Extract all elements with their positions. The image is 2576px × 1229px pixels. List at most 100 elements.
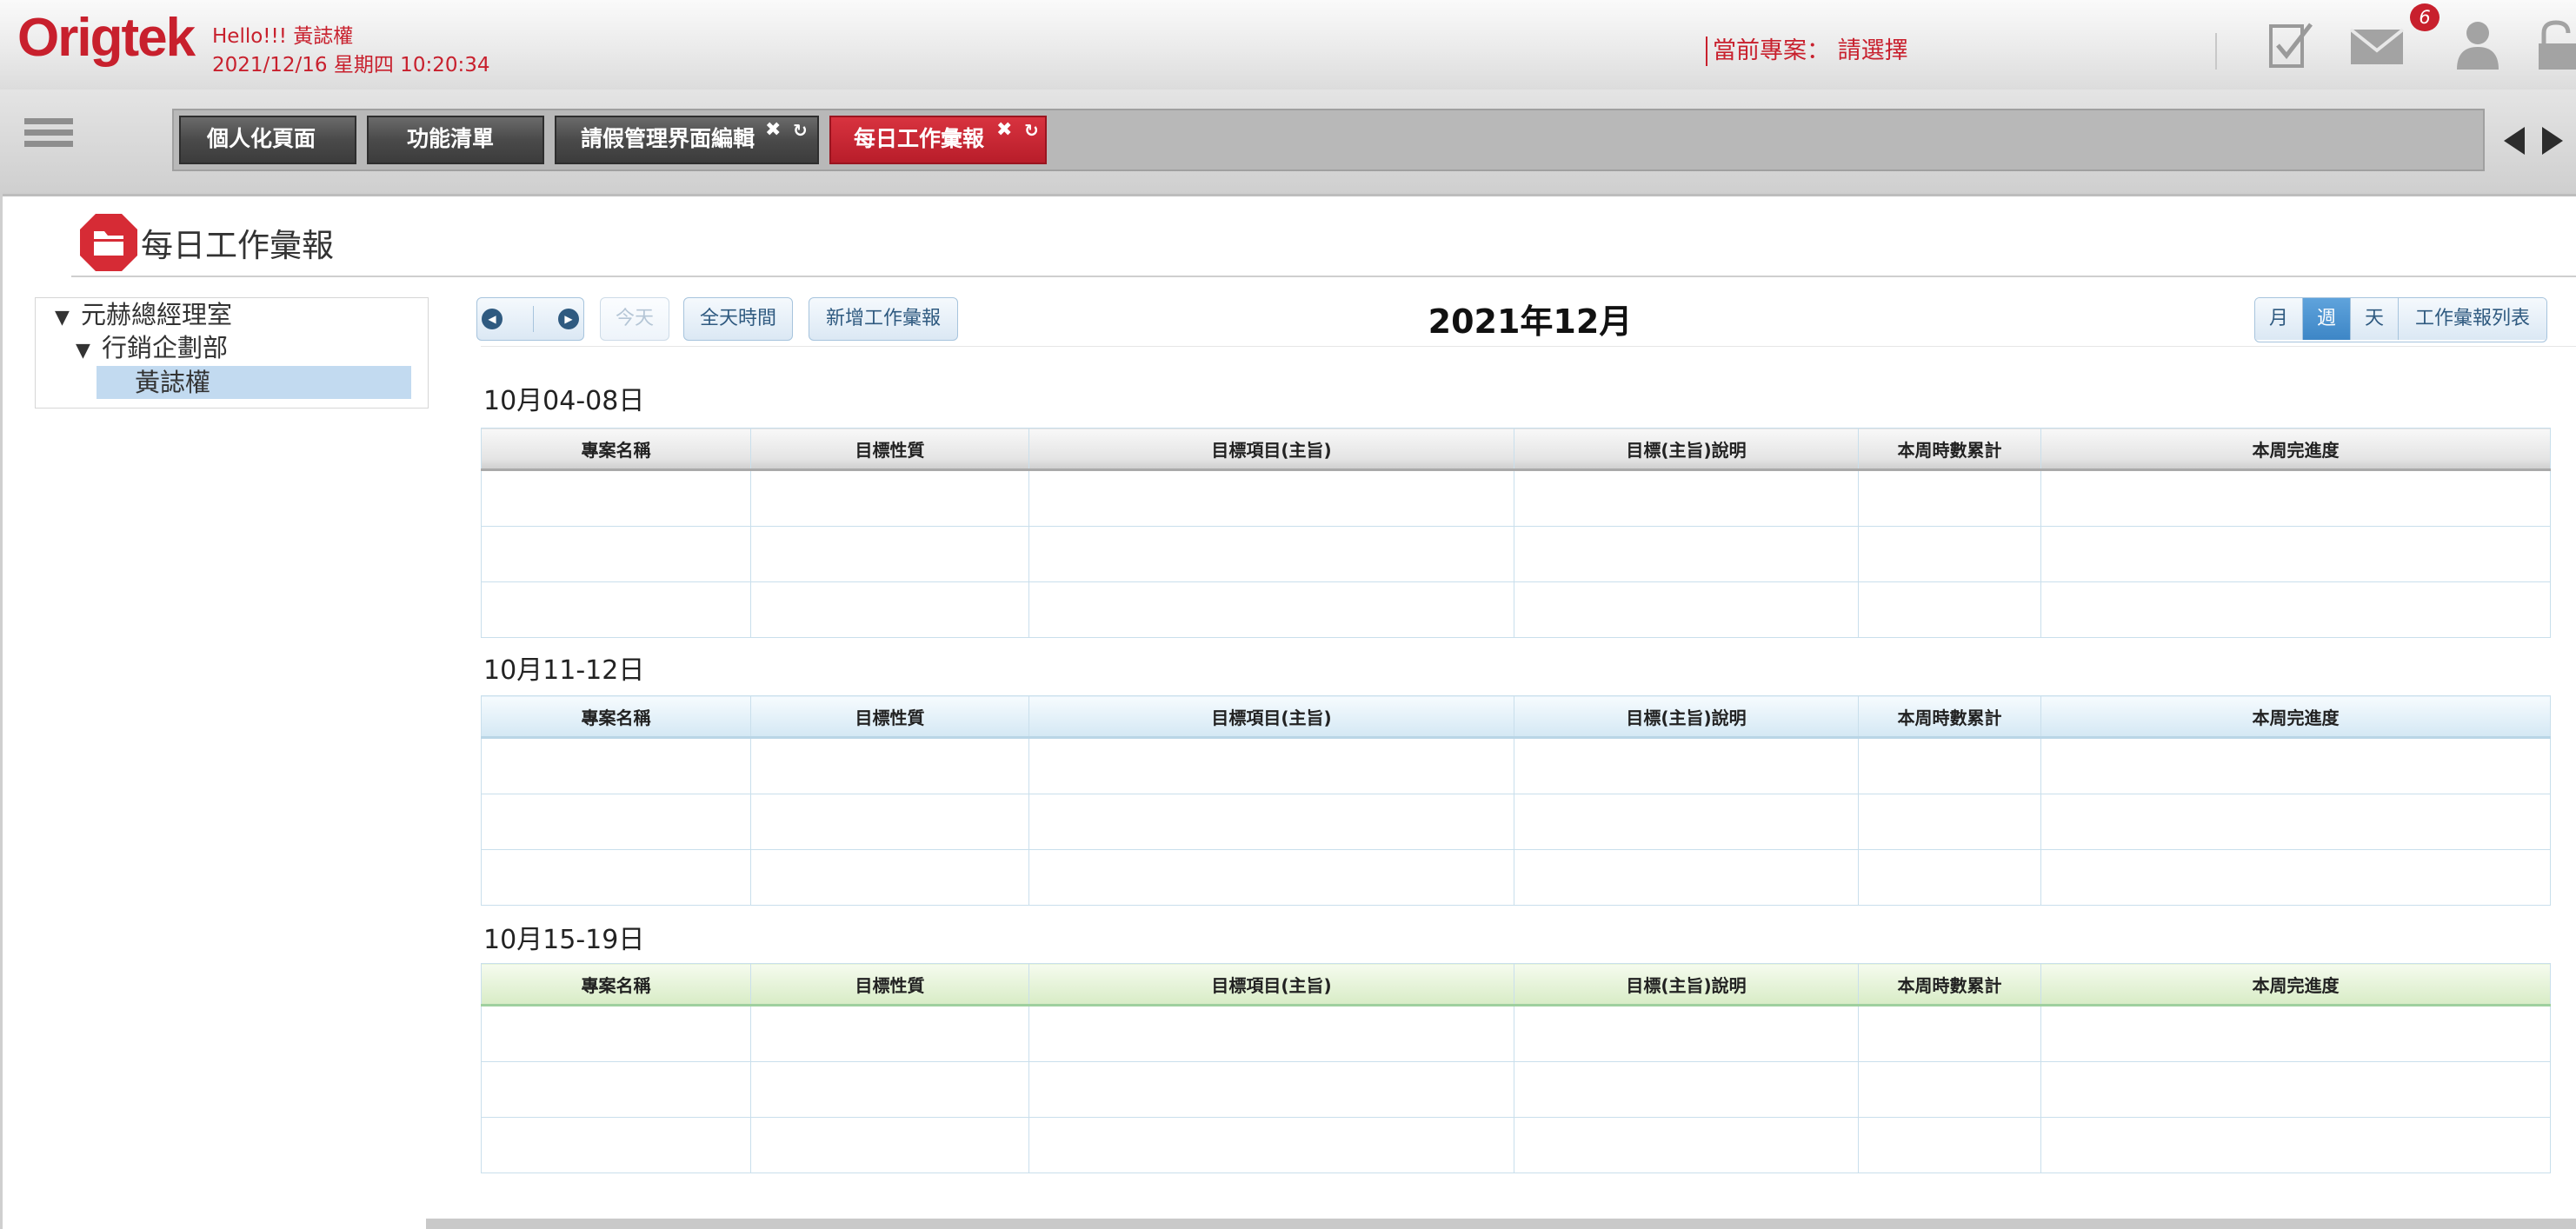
table-cell[interactable] xyxy=(1028,737,1514,794)
table-cell[interactable] xyxy=(1514,469,1859,527)
column-header[interactable]: 目標性質 xyxy=(750,695,1029,739)
column-header[interactable]: 本周完進度 xyxy=(2040,428,2551,471)
view-day-button[interactable]: 天 xyxy=(2351,298,2399,340)
tree-expand-icon[interactable]: ▼ xyxy=(76,335,102,368)
logout-lock-icon[interactable] xyxy=(2535,19,2576,71)
table-cell[interactable] xyxy=(1514,794,1859,850)
table-row[interactable] xyxy=(481,1061,2551,1118)
table-cell[interactable] xyxy=(750,581,1029,638)
today-button[interactable]: 今天 xyxy=(600,297,669,341)
tab-personal-page[interactable]: 個人化頁面 xyxy=(179,116,356,164)
table-cell[interactable] xyxy=(1514,849,1859,906)
table-cell[interactable] xyxy=(1858,849,2041,906)
table-cell[interactable] xyxy=(750,526,1029,582)
table-cell[interactable] xyxy=(1858,737,2041,794)
reload-tab-icon[interactable]: ↻ xyxy=(793,109,808,152)
table-cell[interactable] xyxy=(2040,849,2551,906)
view-report-list-button[interactable]: 工作彙報列表 xyxy=(2399,298,2546,340)
table-cell[interactable] xyxy=(2040,1117,2551,1173)
table-cell[interactable] xyxy=(1514,581,1859,638)
table-cell[interactable] xyxy=(481,1061,751,1118)
column-header[interactable]: 本周時數累計 xyxy=(1858,695,2041,739)
tab-function-list[interactable]: 功能清單 xyxy=(367,116,544,164)
table-cell[interactable] xyxy=(2040,581,2551,638)
user-profile-icon[interactable] xyxy=(2450,19,2506,71)
all-day-button[interactable]: 全天時間 xyxy=(683,297,793,341)
table-cell[interactable] xyxy=(750,849,1029,906)
table-row[interactable] xyxy=(481,526,2551,582)
column-header[interactable]: 目標項目(主旨) xyxy=(1028,963,1514,1006)
column-header[interactable]: 目標(主旨)說明 xyxy=(1514,963,1859,1006)
table-cell[interactable] xyxy=(1858,1117,2041,1173)
table-cell[interactable] xyxy=(1858,469,2041,527)
close-tab-icon[interactable]: ✖ xyxy=(996,109,1012,152)
column-header[interactable]: 本周時數累計 xyxy=(1858,963,2041,1006)
table-cell[interactable] xyxy=(1028,1005,1514,1062)
table-cell[interactable] xyxy=(2040,1061,2551,1118)
table-cell[interactable] xyxy=(1028,794,1514,850)
table-cell[interactable] xyxy=(750,794,1029,850)
table-cell[interactable] xyxy=(1028,526,1514,582)
table-row[interactable] xyxy=(481,794,2551,850)
horizontal-scrollbar[interactable] xyxy=(426,1219,2576,1229)
menu-hamburger-icon[interactable] xyxy=(24,118,73,156)
table-cell[interactable] xyxy=(481,794,751,850)
view-week-button[interactable]: 週 xyxy=(2303,298,2351,340)
table-row[interactable] xyxy=(481,581,2551,638)
table-cell[interactable] xyxy=(481,737,751,794)
table-cell[interactable] xyxy=(2040,794,2551,850)
table-cell[interactable] xyxy=(1514,1061,1859,1118)
table-cell[interactable] xyxy=(2040,737,2551,794)
table-cell[interactable] xyxy=(481,1005,751,1062)
column-header[interactable]: 專案名稱 xyxy=(481,963,751,1006)
column-header[interactable]: 目標性質 xyxy=(750,428,1029,471)
table-row[interactable] xyxy=(481,1117,2551,1173)
table-cell[interactable] xyxy=(750,1117,1029,1173)
tab-daily-work-report[interactable]: 每日工作彙報 ✖ ↻ xyxy=(829,116,1047,164)
scroll-tabs-left-icon[interactable] xyxy=(2504,127,2525,155)
tab-leave-management-edit[interactable]: 請假管理界面編輯 ✖ ↻ xyxy=(555,116,819,164)
table-cell[interactable] xyxy=(1858,526,2041,582)
close-tab-icon[interactable]: ✖ xyxy=(765,109,781,152)
column-header[interactable]: 專案名稱 xyxy=(481,428,751,471)
mail-icon[interactable] xyxy=(2349,19,2405,71)
column-header[interactable]: 目標項目(主旨) xyxy=(1028,428,1514,471)
reload-tab-icon[interactable]: ↻ xyxy=(1024,109,1039,152)
table-cell[interactable] xyxy=(481,469,751,527)
table-row[interactable] xyxy=(481,849,2551,906)
table-cell[interactable] xyxy=(1514,1005,1859,1062)
view-month-button[interactable]: 月 xyxy=(2255,298,2303,340)
table-cell[interactable] xyxy=(481,581,751,638)
table-cell[interactable] xyxy=(2040,1005,2551,1062)
table-cell[interactable] xyxy=(1514,1117,1859,1173)
table-cell[interactable] xyxy=(1028,581,1514,638)
table-cell[interactable] xyxy=(1028,1117,1514,1173)
table-cell[interactable] xyxy=(1028,849,1514,906)
add-work-report-button[interactable]: 新增工作彙報 xyxy=(809,297,958,341)
table-row[interactable] xyxy=(481,1005,2551,1062)
tree-node-person-selected[interactable]: 黃誌權 xyxy=(97,366,411,399)
table-cell[interactable] xyxy=(2040,469,2551,527)
column-header[interactable]: 專案名稱 xyxy=(481,695,751,739)
next-period-icon[interactable]: ▶ xyxy=(558,309,579,329)
column-header[interactable]: 目標(主旨)說明 xyxy=(1514,695,1859,739)
table-row[interactable] xyxy=(481,737,2551,794)
scroll-tabs-right-icon[interactable] xyxy=(2542,127,2563,155)
table-cell[interactable] xyxy=(1028,469,1514,527)
table-cell[interactable] xyxy=(1514,526,1859,582)
prev-period-icon[interactable]: ◀ xyxy=(482,309,503,329)
table-cell[interactable] xyxy=(481,1117,751,1173)
tree-expand-icon[interactable]: ▼ xyxy=(55,302,81,335)
table-cell[interactable] xyxy=(750,1061,1029,1118)
column-header[interactable]: 目標項目(主旨) xyxy=(1028,695,1514,739)
column-header[interactable]: 目標(主旨)說明 xyxy=(1514,428,1859,471)
tree-node-dept[interactable]: ▼ 行銷企劃部 xyxy=(76,331,228,364)
table-cell[interactable] xyxy=(481,849,751,906)
tree-node-root[interactable]: ▼ 元赫總經理室 xyxy=(55,298,232,331)
current-project-selector[interactable]: 當前專案： 請選擇 xyxy=(1706,37,1908,66)
task-check-icon[interactable] xyxy=(2266,19,2321,71)
table-cell[interactable] xyxy=(1514,737,1859,794)
table-cell[interactable] xyxy=(1858,1061,2041,1118)
column-header[interactable]: 本周時數累計 xyxy=(1858,428,2041,471)
table-cell[interactable] xyxy=(750,1005,1029,1062)
